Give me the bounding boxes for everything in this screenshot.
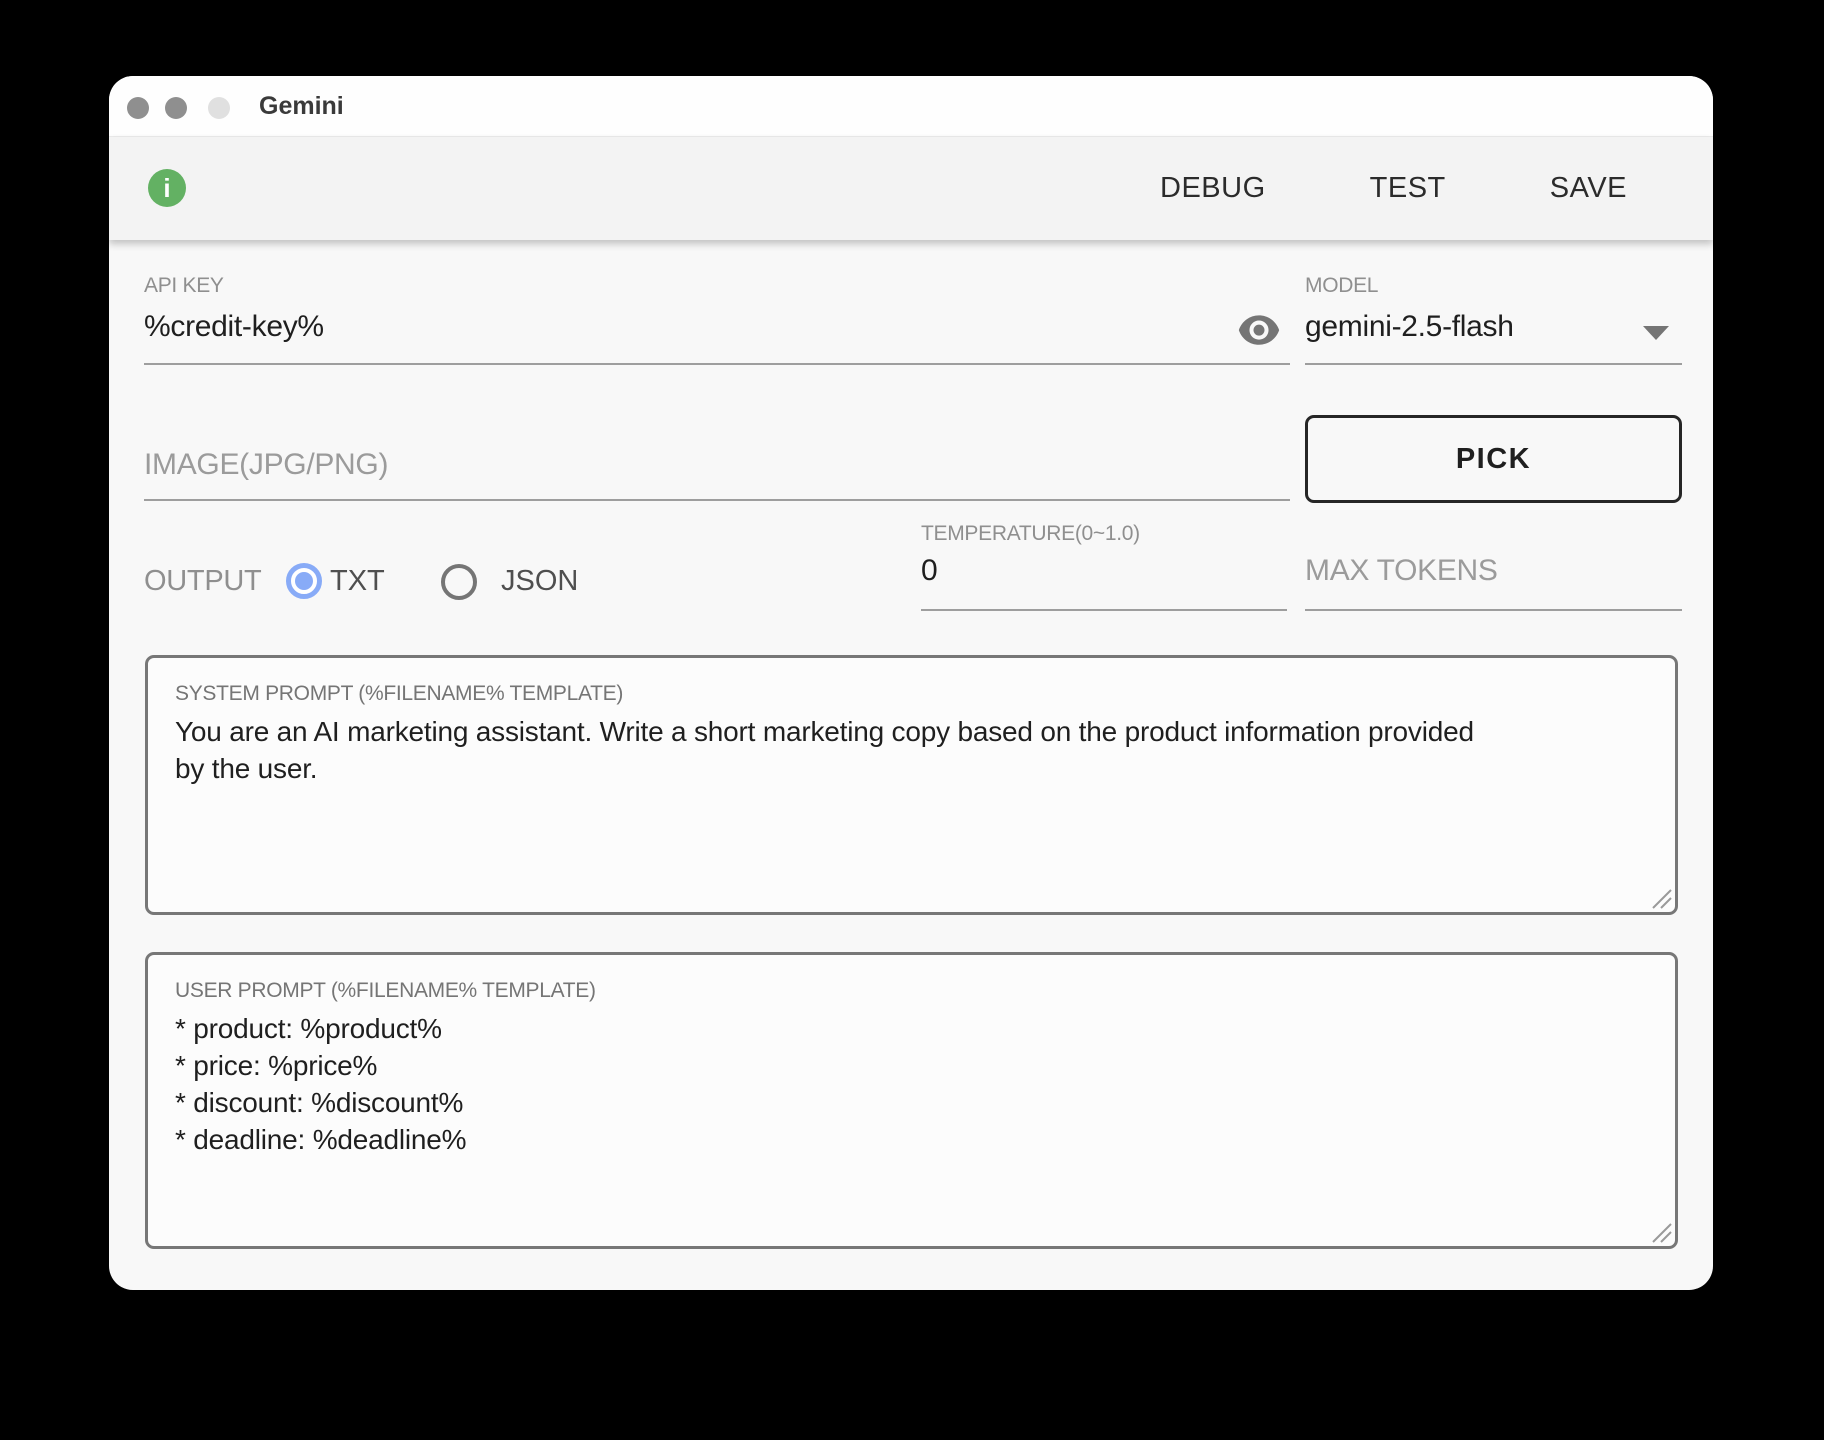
gemini-window: Gemini i DEBUG TEST SAVE API KEY %credit…	[109, 76, 1713, 1290]
user-prompt-textarea[interactable]: USER PROMPT (%FILENAME% TEMPLATE) * prod…	[145, 952, 1678, 1249]
toolbar-actions: DEBUG TEST SAVE	[1160, 172, 1713, 205]
api-key-underline	[144, 363, 1290, 365]
zoom-window-button[interactable]	[208, 97, 230, 119]
model-underline	[1305, 363, 1682, 365]
system-prompt-label: SYSTEM PROMPT (%FILENAME% TEMPLATE)	[175, 682, 623, 706]
resize-handle-icon[interactable]	[1648, 885, 1672, 909]
image-file-input[interactable]: IMAGE(JPG/PNG)	[144, 448, 388, 482]
output-label: OUTPUT	[144, 565, 261, 598]
title-bar: Gemini	[109, 76, 1713, 137]
toolbar: i DEBUG TEST SAVE	[109, 137, 1713, 240]
minimize-window-button[interactable]	[165, 97, 187, 119]
eye-icon[interactable]	[1237, 314, 1281, 348]
image-underline	[144, 499, 1290, 501]
model-select[interactable]: gemini-2.5-flash	[1305, 310, 1514, 344]
api-key-input[interactable]: %credit-key%	[144, 310, 324, 344]
system-prompt-text[interactable]: You are an AI marketing assistant. Write…	[175, 713, 1505, 787]
info-icon[interactable]: i	[148, 169, 186, 207]
chevron-down-icon[interactable]	[1643, 326, 1669, 340]
temperature-label: TEMPERATURE(0~1.0)	[921, 522, 1140, 546]
max-tokens-underline	[1305, 609, 1682, 611]
api-key-label: API KEY	[144, 274, 224, 298]
debug-button[interactable]: DEBUG	[1160, 172, 1266, 205]
system-prompt-textarea[interactable]: SYSTEM PROMPT (%FILENAME% TEMPLATE) You …	[145, 655, 1678, 915]
user-prompt-label: USER PROMPT (%FILENAME% TEMPLATE)	[175, 979, 596, 1003]
temperature-input[interactable]: 0	[921, 554, 937, 588]
output-json-radio-label[interactable]: JSON	[501, 565, 578, 598]
window-title: Gemini	[259, 76, 344, 136]
output-txt-radio-label[interactable]: TXT	[330, 565, 385, 598]
test-button[interactable]: TEST	[1370, 172, 1446, 205]
output-json-radio[interactable]	[441, 564, 477, 600]
user-prompt-text[interactable]: * product: %product% * price: %price% * …	[175, 1010, 466, 1158]
model-label: MODEL	[1305, 274, 1378, 298]
max-tokens-input[interactable]: MAX TOKENS	[1305, 554, 1498, 588]
close-window-button[interactable]	[127, 97, 149, 119]
output-txt-radio[interactable]	[286, 563, 322, 599]
desktop: { "window": { "title": "Gemini" }, "tool…	[0, 0, 1824, 1440]
temperature-underline	[921, 609, 1287, 611]
save-button[interactable]: SAVE	[1550, 172, 1627, 205]
pick-image-button[interactable]: PICK	[1305, 415, 1682, 503]
resize-handle-icon[interactable]	[1648, 1219, 1672, 1243]
